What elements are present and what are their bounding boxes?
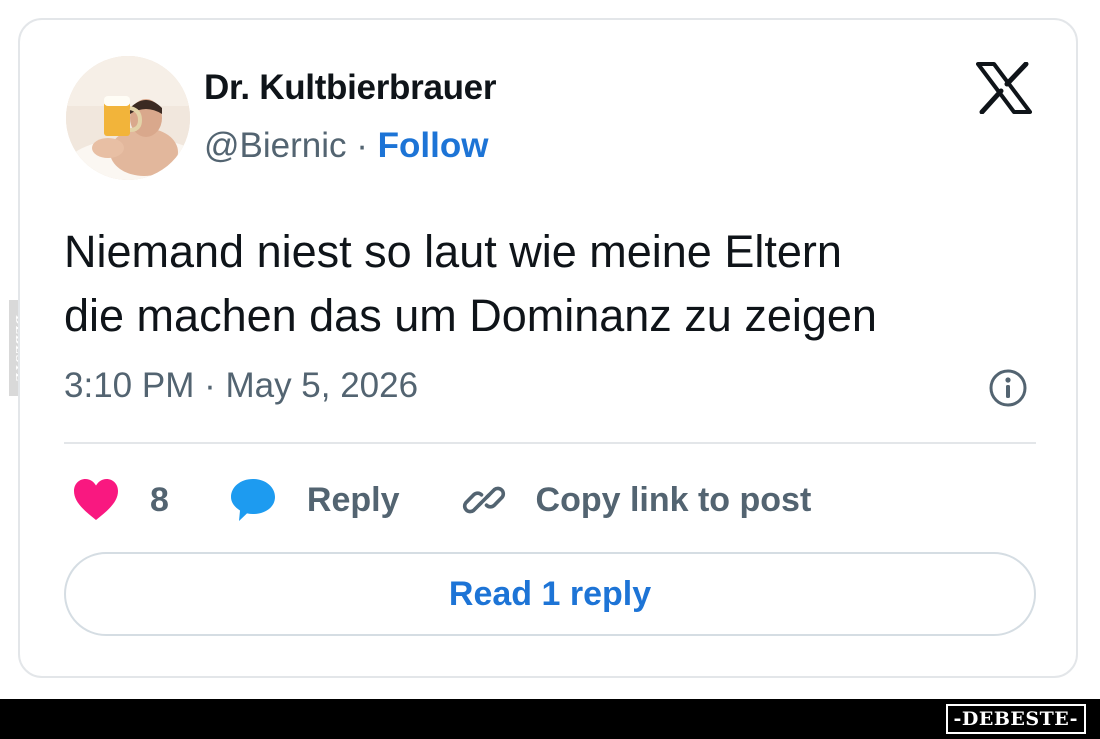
tweet-timestamp[interactable]: 3:10 PM · May 5, 2026 xyxy=(64,366,418,406)
tweet-text-line: Niemand niest so laut wie meine Eltern xyxy=(64,226,842,277)
read-reply-button[interactable]: Read 1 reply xyxy=(64,552,1036,636)
reply-label: Reply xyxy=(306,480,400,519)
like-count: 8 xyxy=(150,480,169,519)
author-handle[interactable]: @Biernic xyxy=(204,126,347,165)
reply-bubble-icon xyxy=(230,479,275,521)
action-bar: 8 Reply Copy link to post xyxy=(72,472,811,528)
bottom-watermark-logo: -DEBESTE- xyxy=(945,704,1086,734)
author-avatar[interactable] xyxy=(66,56,190,180)
follow-link[interactable]: Follow xyxy=(378,126,489,165)
tweet-card: Dr. Kultbierbrauer @Biernic · Follow Nie… xyxy=(18,18,1078,678)
copy-link-button[interactable]: Copy link to post xyxy=(462,478,812,522)
reply-button[interactable]: Reply xyxy=(229,477,400,523)
heart-icon xyxy=(74,479,118,520)
author-handle-row: @Biernic · Follow xyxy=(204,126,488,166)
handle-separator: · xyxy=(346,126,378,165)
divider xyxy=(64,442,1036,444)
author-display-name[interactable]: Dr. Kultbierbrauer xyxy=(204,68,496,108)
link-icon xyxy=(462,486,505,514)
info-icon[interactable] xyxy=(988,368,1028,408)
x-logo-icon[interactable] xyxy=(976,61,1032,115)
avatar-photo-beer xyxy=(66,56,190,180)
tweet-text-line: die machen das um Dominanz zu zeigen xyxy=(64,290,877,341)
copy-link-label: Copy link to post xyxy=(535,480,812,519)
like-button[interactable]: 8 xyxy=(72,478,169,522)
tweet-text: Niemand niest so laut wie meine Eltern d… xyxy=(64,220,1054,348)
bottom-watermark-bar: -DEBESTE- xyxy=(0,699,1100,739)
